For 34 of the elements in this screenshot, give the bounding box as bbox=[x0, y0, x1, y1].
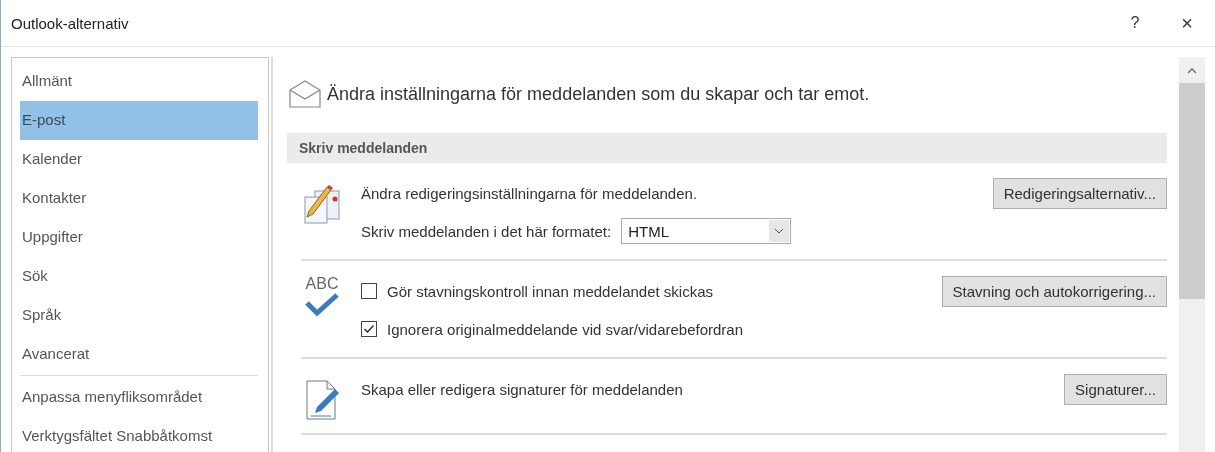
help-button[interactable]: ? bbox=[1111, 3, 1159, 43]
signatures-button[interactable]: Signaturer... bbox=[1064, 373, 1167, 405]
close-button[interactable]: × bbox=[1163, 3, 1211, 43]
scroll-up-icon[interactable] bbox=[1186, 67, 1198, 75]
scrollbar[interactable] bbox=[1179, 57, 1205, 452]
checkbox[interactable] bbox=[361, 321, 377, 337]
spelling-button[interactable]: Stavning och autokorrigering... bbox=[941, 275, 1167, 307]
abc-label: ABC bbox=[305, 275, 339, 293]
window-title: Outlook-alternativ bbox=[11, 14, 130, 32]
sidebar-item[interactable]: Anpassa menyfliksområdet bbox=[20, 378, 258, 417]
section-header: Skriv meddelanden bbox=[287, 133, 1167, 163]
sidebar-item[interactable]: Kalender bbox=[20, 140, 258, 179]
page-heading: Ändra inställningarna för meddelanden som du skapar och tar emot. bbox=[327, 83, 870, 105]
sidebar-item[interactable]: Avancerat bbox=[20, 335, 258, 374]
setting-text: Ändra redigeringsinställningarna för meddelanden. bbox=[361, 184, 698, 202]
envelope-icon bbox=[289, 80, 321, 108]
caret-icon bbox=[769, 220, 790, 242]
sidebar-item[interactable]: Kontakter bbox=[20, 179, 258, 218]
sidebar-item[interactable]: Språk bbox=[20, 296, 258, 335]
sidebar-item[interactable]: Sök bbox=[20, 257, 258, 296]
checkbox[interactable] bbox=[361, 283, 377, 299]
pencil-document-icon bbox=[301, 183, 343, 225]
checkmark-icon bbox=[305, 293, 339, 317]
scroll-thumb[interactable] bbox=[1179, 83, 1205, 299]
checkbox-label: Ignorera originalmeddelande vid svar/vidarebefordran bbox=[387, 320, 744, 338]
sidebar-item[interactable]: Allmänt bbox=[20, 62, 258, 101]
editing-options-button[interactable]: Redigeringsalternativ... bbox=[992, 177, 1167, 209]
sidebar-item[interactable]: Uppgifter bbox=[20, 218, 258, 257]
sidebar-item[interactable]: Verktygsfältet Snabbåtkomst bbox=[20, 417, 258, 452]
format-label: Skriv meddelanden i det här formatet: bbox=[361, 222, 612, 240]
sidebar-item[interactable]: E-post bbox=[20, 101, 258, 140]
checkbox-label: Gör stavningskontroll innan meddelandet skickas bbox=[387, 282, 713, 300]
setting-text: Skapa eller redigera signaturer för meddelanden bbox=[361, 380, 683, 398]
format-dropdown[interactable]: HTML bbox=[621, 218, 792, 244]
